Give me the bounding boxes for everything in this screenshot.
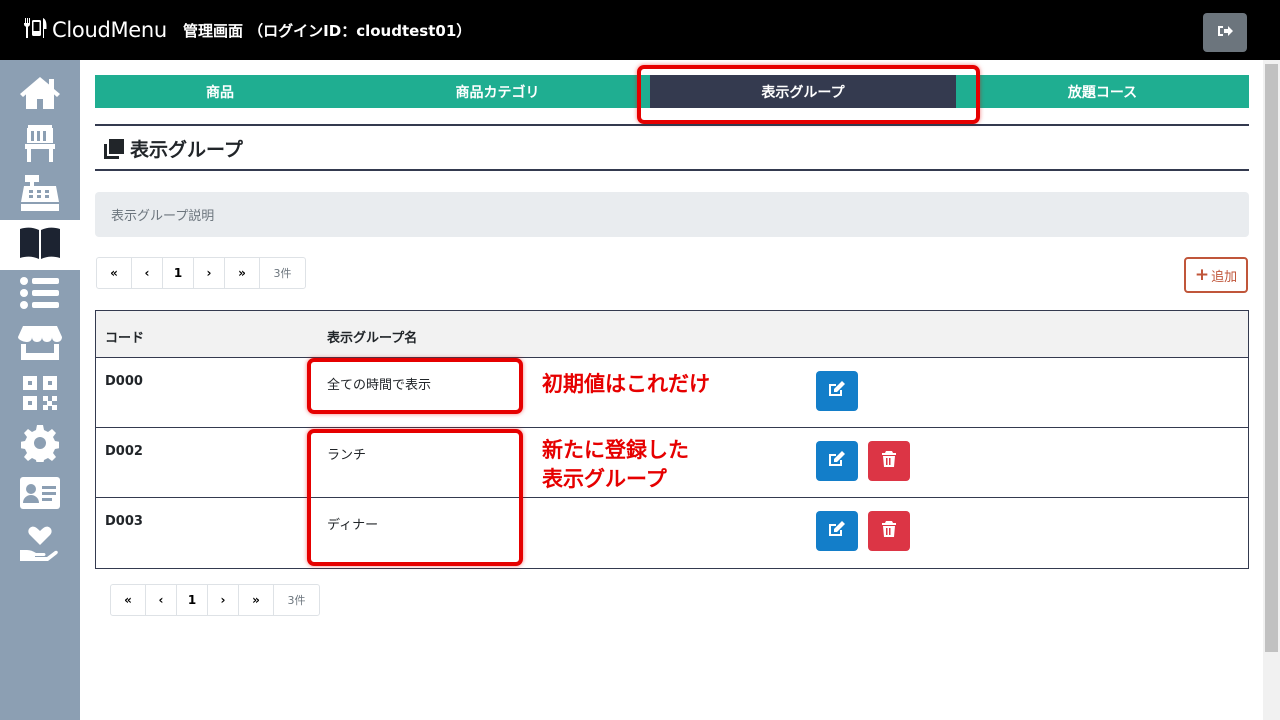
annotation-new-groups-line1: 新たに登録した [542, 438, 689, 462]
edit-button[interactable] [816, 371, 858, 411]
tab-products[interactable]: 商品 [95, 75, 345, 108]
table-header: コード 表示グループ名 [96, 311, 1248, 358]
title-divider-bottom [95, 169, 1249, 171]
sidebar-item-support[interactable] [0, 520, 80, 570]
delete-button[interactable] [868, 441, 910, 481]
edit-button[interactable] [816, 511, 858, 551]
sidebar-item-users[interactable] [0, 470, 80, 520]
admin-subtitle: 管理画面 （ログインID：cloudtest01） [182, 21, 472, 40]
pagination-last-button[interactable]: » [225, 258, 260, 288]
page-scrollbar[interactable] [1263, 60, 1280, 720]
store-icon [18, 325, 62, 365]
tab-unlimited-courses[interactable]: 放題コース [956, 75, 1249, 108]
pagination-next-button[interactable]: › [194, 258, 225, 288]
sidebar-item-qrcode[interactable] [0, 370, 80, 420]
column-header-code: コード [105, 331, 145, 346]
edit-button[interactable] [816, 441, 858, 481]
hand-heart-icon [19, 524, 61, 566]
clone-icon [104, 138, 124, 159]
page-title-text: 表示グループ [130, 139, 243, 161]
pagination-prev-button[interactable]: ‹ [146, 585, 177, 615]
trash-icon [882, 521, 896, 541]
row-code: D000 [105, 374, 143, 389]
initial-value-highlight-box [307, 358, 523, 414]
pagination-count: 3件 [287, 594, 306, 607]
tab-highlight-box [637, 65, 980, 124]
sidebar-item-home[interactable] [0, 70, 80, 120]
edit-icon [828, 451, 846, 471]
pagination-first-button[interactable]: « [97, 258, 132, 288]
pagination-next-button[interactable]: › [208, 585, 239, 615]
sidebar-item-list[interactable] [0, 270, 80, 320]
brand[interactable]: CloudMenu 管理画面 （ログインID：cloudtest01） [22, 16, 471, 44]
qrcode-icon [22, 375, 58, 415]
tab-product-categories[interactable]: 商品カテゴリ [345, 75, 650, 108]
sidebar-item-settings[interactable] [0, 420, 80, 470]
gear-icon [20, 424, 60, 466]
pagination-top: « ‹ 1 › » 3件 [96, 257, 306, 289]
pagination-last-button[interactable]: » [239, 585, 274, 615]
home-icon [19, 75, 61, 115]
id-card-icon [19, 476, 61, 514]
edit-icon [828, 381, 846, 401]
fork-knife-logo-icon [22, 17, 48, 43]
add-button-label: 追加 [1211, 269, 1238, 285]
pagination-page-1[interactable]: 1 [163, 258, 194, 288]
sign-out-icon [1217, 23, 1233, 42]
cash-register-icon [20, 174, 60, 216]
pagination-prev-button[interactable]: ‹ [132, 258, 163, 288]
description-box: 表示グループ説明 [95, 192, 1249, 237]
row-code: D003 [105, 514, 143, 529]
title-divider-top [95, 124, 1249, 126]
pagination-first-button[interactable]: « [111, 585, 146, 615]
logout-button[interactable] [1203, 13, 1247, 52]
trash-icon [882, 451, 896, 471]
pagination-count: 3件 [273, 267, 292, 280]
add-button[interactable]: + 追加 [1184, 257, 1248, 293]
plus-icon: + [1194, 265, 1210, 285]
page-title: 表示グループ [104, 135, 243, 162]
sidebar-item-menu[interactable] [0, 220, 80, 270]
row-code: D002 [105, 444, 143, 459]
description-text: 表示グループ説明 [111, 209, 215, 224]
sidebar [0, 60, 80, 720]
delete-button[interactable] [868, 511, 910, 551]
brand-name: CloudMenu [52, 18, 167, 42]
sidebar-item-register[interactable] [0, 170, 80, 220]
pagination-bottom: « ‹ 1 › » 3件 [110, 584, 320, 616]
scrollbar-thumb[interactable] [1265, 64, 1278, 652]
book-icon [19, 226, 61, 264]
edit-icon [828, 521, 846, 541]
sidebar-item-seats[interactable] [0, 120, 80, 170]
list-icon [20, 277, 60, 313]
sidebar-item-store[interactable] [0, 320, 80, 370]
pagination-page-1[interactable]: 1 [177, 585, 208, 615]
table-row: D003 ディナー [96, 498, 1248, 568]
annotation-new-groups-line2: 表示グループ [542, 467, 667, 491]
new-groups-highlight-box [307, 429, 523, 566]
annotation-initial-value: 初期値はこれだけ [542, 372, 710, 396]
column-header-name: 表示グループ名 [327, 331, 418, 346]
top-header: CloudMenu 管理画面 （ログインID：cloudtest01） [0, 0, 1280, 60]
chair-icon [23, 123, 57, 167]
